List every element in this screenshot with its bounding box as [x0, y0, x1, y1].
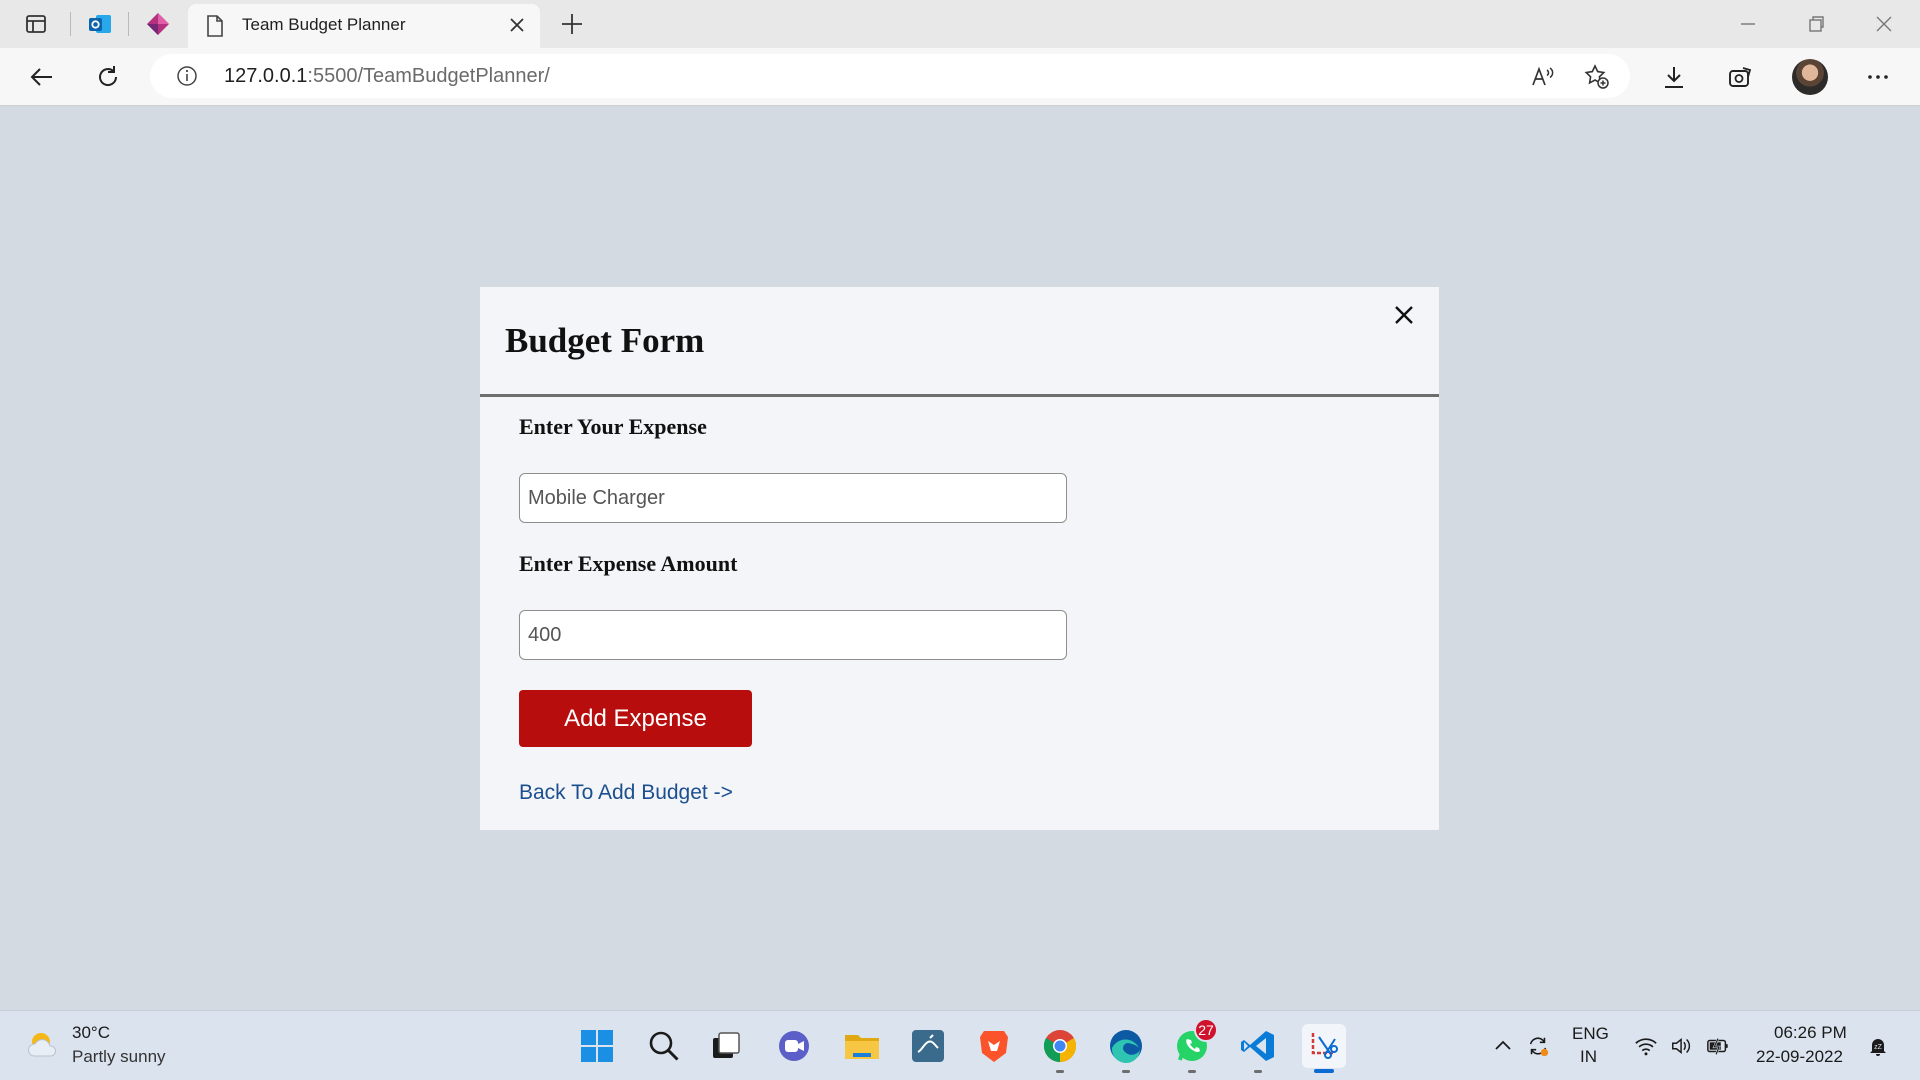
tab-separator — [128, 12, 129, 36]
battery-icon[interactable] — [1706, 1034, 1730, 1058]
download-icon[interactable] — [1658, 61, 1690, 93]
amount-label: Enter Expense Amount — [519, 551, 738, 576]
close-icon[interactable] — [506, 14, 528, 36]
running-indicator — [1188, 1070, 1196, 1073]
whatsapp-icon[interactable]: 27 — [1170, 1018, 1218, 1073]
read-aloud-icon[interactable] — [1528, 62, 1558, 92]
minimize-icon[interactable] — [1734, 10, 1762, 38]
sync-icon[interactable] — [1526, 1034, 1550, 1058]
page-content: Budget Form Enter Your Expense Enter Exp… — [0, 107, 1920, 1010]
tab-title: Team Budget Planner — [242, 15, 406, 34]
tab-separator — [70, 12, 71, 36]
refresh-icon[interactable] — [92, 61, 124, 93]
language-primary[interactable]: ENG — [1572, 1024, 1609, 1044]
modal-title: Budget Form — [505, 321, 705, 360]
snipping-tool-icon[interactable] — [1302, 1024, 1346, 1073]
power-apps-icon[interactable] — [142, 8, 174, 40]
expense-label: Enter Your Expense — [519, 414, 707, 439]
back-icon[interactable] — [26, 61, 58, 93]
weather-temperature: 30°C — [72, 1023, 110, 1042]
running-indicator — [1254, 1070, 1262, 1073]
brave-icon[interactable] — [972, 1024, 1016, 1068]
language-secondary[interactable]: IN — [1580, 1047, 1597, 1067]
info-icon[interactable] — [176, 65, 198, 87]
divider — [480, 394, 1439, 397]
notification-icon[interactable]: zZ — [1866, 1034, 1890, 1058]
tab-bar: Team Budget Planner — [0, 0, 1920, 48]
sidebar-icon[interactable] — [20, 8, 52, 40]
url-path: :5500/TeamBudgetPlanner/ — [307, 65, 550, 87]
more-icon[interactable] — [1862, 61, 1894, 93]
svg-text:zZ: zZ — [1874, 1044, 1883, 1051]
browser-toolbar: 127.0.0.1:5500/TeamBudgetPlanner/ — [0, 48, 1920, 106]
favorite-icon[interactable] — [1582, 62, 1612, 92]
running-indicator — [1122, 1070, 1130, 1073]
extensions-icon[interactable] — [1724, 61, 1756, 93]
address-bar[interactable]: 127.0.0.1:5500/TeamBudgetPlanner/ — [150, 54, 1630, 98]
running-indicator — [1056, 1070, 1064, 1073]
add-expense-button[interactable]: Add Expense — [519, 690, 752, 747]
edge-icon[interactable] — [1104, 1024, 1148, 1073]
teams-chat-icon[interactable] — [772, 1024, 816, 1068]
weather-description: Partly sunny — [72, 1047, 166, 1066]
volume-icon[interactable] — [1670, 1034, 1694, 1058]
active-indicator — [1314, 1069, 1334, 1073]
clock-date[interactable]: 22-09-2022 — [1756, 1047, 1843, 1067]
chevron-up-icon[interactable] — [1491, 1034, 1515, 1058]
outlook-icon[interactable] — [84, 8, 116, 40]
restore-icon[interactable] — [1802, 10, 1830, 38]
chrome-icon[interactable] — [1038, 1024, 1082, 1073]
expense-input[interactable] — [519, 473, 1067, 523]
vscode-icon[interactable] — [1236, 1024, 1280, 1073]
file-explorer-icon[interactable] — [840, 1024, 884, 1068]
task-view-icon[interactable] — [704, 1024, 748, 1068]
search-icon[interactable] — [642, 1024, 686, 1068]
amount-input[interactable] — [519, 610, 1067, 660]
mysql-icon[interactable] — [906, 1024, 950, 1068]
windows-start-icon[interactable] — [575, 1024, 619, 1068]
tab-team-budget-planner[interactable]: Team Budget Planner — [188, 4, 540, 48]
avatar[interactable] — [1792, 59, 1828, 95]
notification-badge: 27 — [1194, 1018, 1218, 1042]
url-host: 127.0.0.1 — [224, 65, 308, 87]
plus-icon[interactable] — [558, 10, 586, 38]
taskbar: 30°C Partly sunny 27 ENG IN 06:26 PM 22-… — [0, 1010, 1920, 1080]
budget-form-modal: Budget Form Enter Your Expense Enter Exp… — [480, 287, 1439, 830]
url-text: 127.0.0.1:5500/TeamBudgetPlanner/ — [224, 65, 550, 88]
weather-icon[interactable] — [26, 1027, 62, 1063]
clock-time[interactable]: 06:26 PM — [1774, 1023, 1847, 1043]
close-window-icon[interactable] — [1870, 10, 1898, 38]
page-icon — [204, 14, 226, 38]
back-to-add-budget-link[interactable]: Back To Add Budget -> — [519, 781, 733, 805]
wifi-icon[interactable] — [1634, 1034, 1658, 1058]
close-icon[interactable] — [1390, 301, 1418, 329]
